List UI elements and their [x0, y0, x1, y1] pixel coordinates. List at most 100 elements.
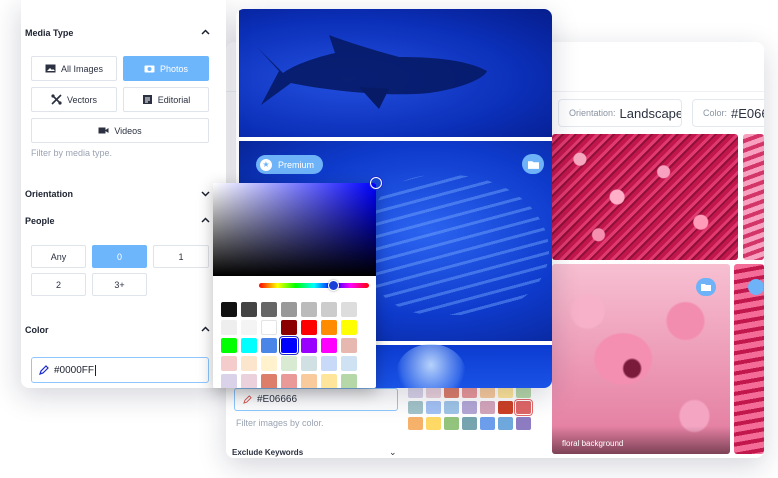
saturation-value-area[interactable] [213, 183, 376, 276]
color-swatch[interactable] [426, 401, 441, 414]
color-swatch[interactable] [241, 356, 257, 371]
save-to-folder-icon[interactable] [522, 154, 544, 174]
media-photos-button[interactable]: Photos [123, 56, 209, 81]
color-swatch[interactable] [341, 338, 357, 353]
color-swatch[interactable] [281, 338, 297, 353]
people-any-button[interactable]: Any [31, 245, 86, 268]
color-swatch[interactable] [341, 320, 357, 335]
color-swatch[interactable] [516, 417, 531, 430]
tulip-image-1[interactable] [552, 134, 738, 260]
orientation-chip[interactable]: Orientation: Landscape [558, 99, 682, 127]
chevron-up-icon[interactable] [201, 28, 210, 37]
hue-slider-handle[interactable] [328, 280, 339, 291]
people-2-label: 2 [55, 279, 61, 290]
color-swatch[interactable] [221, 356, 237, 371]
color-swatch[interactable] [261, 302, 277, 317]
color-swatch[interactable] [301, 356, 317, 371]
color-swatch[interactable] [281, 302, 297, 317]
color-swatch[interactable] [241, 374, 257, 388]
people-0-label: 0 [116, 251, 122, 262]
color-swatch[interactable] [462, 417, 477, 430]
chevron-down-icon[interactable] [201, 189, 210, 198]
media-type-title: Media Type [25, 28, 74, 38]
color-swatch[interactable] [462, 401, 477, 414]
color-swatch[interactable] [221, 302, 237, 317]
color-swatch[interactable] [341, 302, 357, 317]
media-videos-button[interactable]: Videos [31, 118, 209, 143]
color-swatch[interactable] [261, 338, 277, 353]
color-input[interactable]: #0000FF [31, 357, 209, 383]
color-swatch[interactable] [444, 401, 459, 414]
color-swatch[interactable] [221, 320, 237, 335]
color-chip-key: Color: [703, 108, 728, 118]
color-swatch[interactable] [281, 356, 297, 371]
media-vectors-button[interactable]: Vectors [31, 87, 117, 112]
color-swatch[interactable] [261, 356, 277, 371]
eyedropper-icon [243, 395, 252, 404]
color-swatch[interactable] [498, 417, 513, 430]
whale-shark-image[interactable] [239, 9, 552, 137]
color-swatch[interactable] [444, 417, 459, 430]
color-swatch[interactable] [241, 302, 257, 317]
color-swatch[interactable] [480, 417, 495, 430]
color-swatch[interactable] [301, 374, 317, 388]
color-swatch[interactable] [301, 302, 317, 317]
color-swatch[interactable] [321, 356, 337, 371]
color-swatch[interactable] [321, 338, 337, 353]
orientation-title: Orientation [25, 189, 74, 199]
color-swatch[interactable] [301, 338, 317, 353]
chevron-down-icon[interactable]: ⌄ [389, 447, 397, 458]
save-to-folder-icon[interactable] [696, 278, 716, 296]
color-swatch[interactable] [498, 401, 513, 414]
media-vectors-label: Vectors [66, 94, 97, 105]
color-swatch[interactable] [426, 417, 441, 430]
chevron-up-icon[interactable] [201, 325, 210, 334]
people-title: People [25, 216, 55, 226]
color-swatch[interactable] [241, 320, 257, 335]
newspaper-icon [142, 95, 152, 104]
fish-school [369, 175, 549, 315]
picker-swatch-grid [221, 302, 357, 388]
color-swatch[interactable] [321, 374, 337, 388]
media-editorial-label: Editorial [157, 94, 191, 105]
color-swatch[interactable] [516, 401, 531, 414]
color-swatch[interactable] [261, 374, 277, 388]
color-swatch[interactable] [341, 374, 357, 388]
image-icon [45, 64, 56, 73]
back-swatch-grid [408, 385, 538, 430]
whale-shark-shape [257, 35, 487, 109]
color-chip[interactable]: Color: #E06666 [692, 99, 764, 127]
eyedropper-icon [39, 365, 49, 375]
vector-icon [51, 94, 62, 105]
camera-icon [144, 65, 155, 73]
color-swatch[interactable] [408, 401, 423, 414]
video-icon [98, 127, 109, 134]
people-1-button[interactable]: 1 [153, 245, 209, 268]
tulip-image-2[interactable] [743, 134, 764, 260]
chevron-up-icon[interactable] [201, 216, 210, 225]
hue-slider[interactable] [259, 283, 369, 288]
media-type-hint: Filter by media type. [31, 148, 113, 158]
color-swatch[interactable] [241, 338, 257, 353]
color-swatch[interactable] [221, 374, 237, 388]
color-swatch[interactable] [341, 356, 357, 371]
people-any-label: Any [50, 251, 67, 262]
saturation-handle[interactable] [370, 177, 382, 189]
color-swatch[interactable] [301, 320, 317, 335]
color-swatch[interactable] [221, 338, 237, 353]
back-color-input[interactable]: #E06666 [234, 388, 398, 411]
media-all-images-button[interactable]: All Images [31, 56, 117, 81]
color-swatch[interactable] [281, 374, 297, 388]
color-swatch[interactable] [261, 320, 277, 335]
color-swatch[interactable] [281, 320, 297, 335]
people-3plus-label: 3+ [114, 279, 125, 290]
people-2-button[interactable]: 2 [31, 273, 86, 296]
color-swatch[interactable] [480, 401, 495, 414]
people-3plus-button[interactable]: 3+ [92, 273, 147, 296]
color-swatch[interactable] [321, 302, 337, 317]
media-editorial-button[interactable]: Editorial [123, 87, 209, 112]
people-0-button[interactable]: 0 [92, 245, 147, 268]
color-swatch[interactable] [321, 320, 337, 335]
color-swatch[interactable] [408, 417, 423, 430]
color-picker-popup [213, 183, 376, 388]
